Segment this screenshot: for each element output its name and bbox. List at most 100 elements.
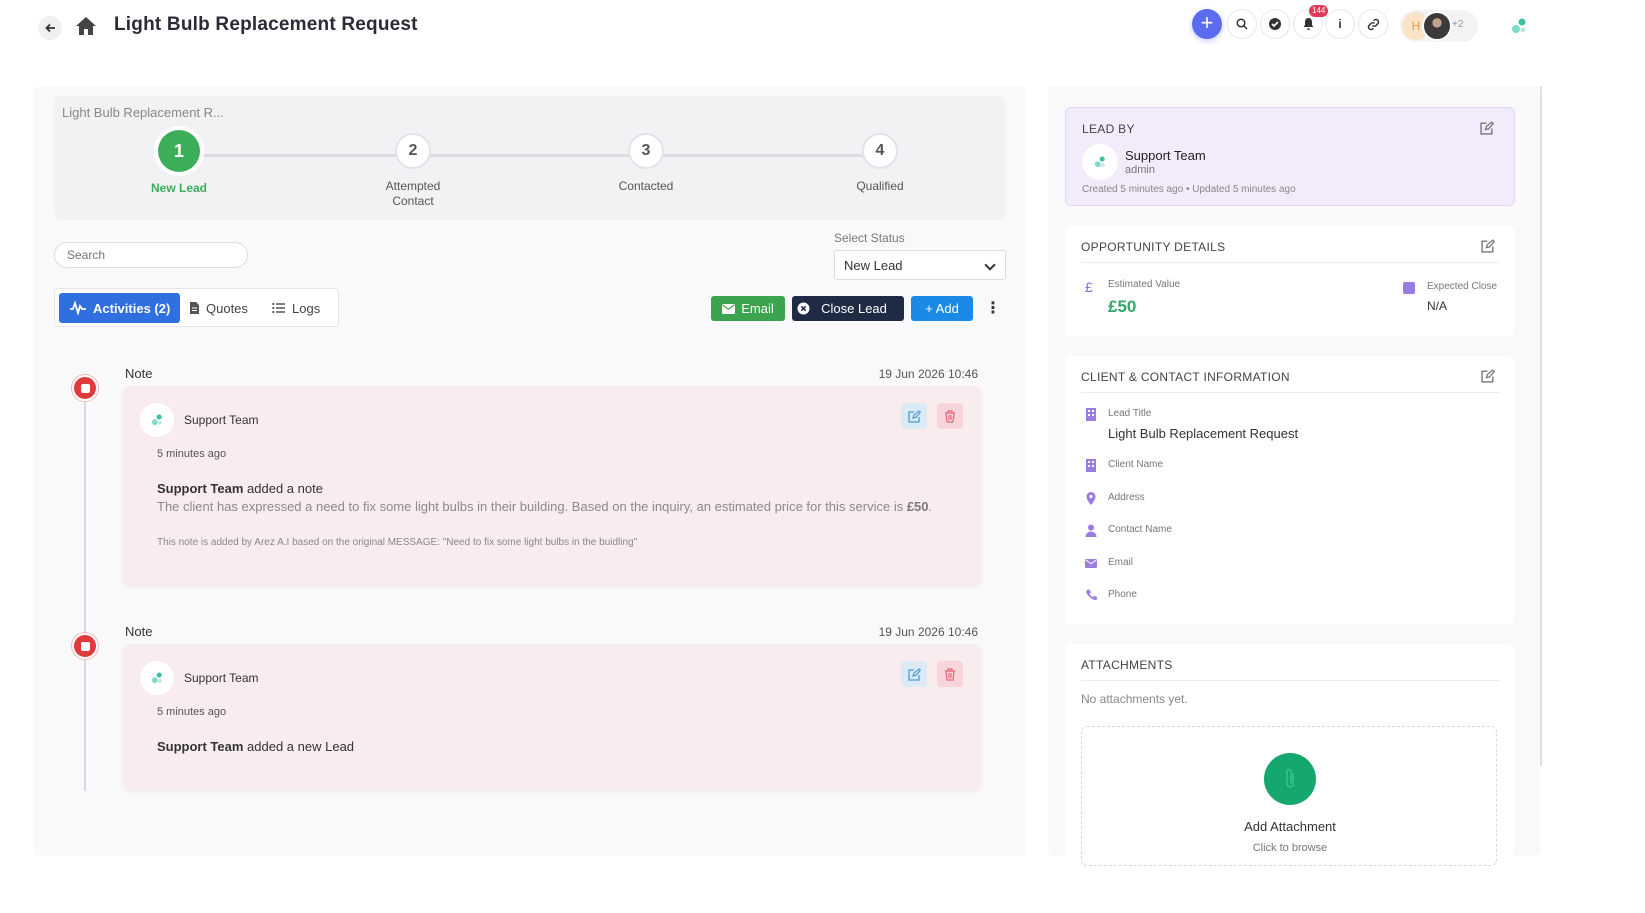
search-button[interactable]: [1227, 9, 1257, 39]
step-number: 4: [862, 133, 898, 169]
edit-icon[interactable]: [1481, 369, 1495, 383]
tab-logs[interactable]: Logs: [262, 293, 330, 323]
home-icon[interactable]: [75, 16, 97, 38]
expected-close-label: Expected Close: [1427, 281, 1498, 292]
card-title: CLIENT & CONTACT INFORMATION: [1081, 370, 1290, 384]
team-avatars[interactable]: H +2: [1400, 10, 1478, 42]
notifications-button[interactable]: 144: [1293, 5, 1329, 39]
building-icon: [1086, 408, 1096, 421]
note-headline-action: added a note: [243, 481, 323, 496]
phone-icon: [1086, 589, 1097, 601]
lead-timestamps: Created 5 minutes ago • Updated 5 minute…: [1082, 184, 1296, 195]
note-body-price: £50: [906, 499, 929, 514]
add-attachment-title: Add Attachment: [1244, 819, 1336, 834]
trash-icon: [945, 409, 955, 423]
plus-icon: +: [1200, 9, 1214, 35]
timeline-line: [84, 386, 86, 791]
brand-logo[interactable]: [1508, 15, 1530, 37]
attachment-dropzone[interactable]: Add Attachment Click to browse: [1081, 726, 1497, 866]
note-time: 5 minutes ago: [157, 448, 227, 460]
note-date: 19 Jun 2026 10:46: [878, 367, 978, 381]
note-headline: Support Team added a new Lead: [157, 739, 354, 754]
tab-quotes[interactable]: Quotes: [179, 293, 258, 323]
more-options-icon[interactable]: ⋮: [985, 297, 1001, 321]
arrow-left-icon: [44, 23, 55, 33]
lead-owner-role: admin: [1125, 164, 1155, 176]
search-input[interactable]: [54, 242, 248, 268]
email-button[interactable]: Email: [711, 296, 785, 321]
step-attempted-contact[interactable]: 2 Attempted Contact: [333, 133, 493, 209]
client-contact-card: CLIENT & CONTACT INFORMATION Lead Title …: [1065, 356, 1515, 624]
note-headline-author: Support Team: [157, 739, 244, 754]
link-button[interactable]: [1358, 9, 1388, 39]
step-label: Qualified: [856, 179, 904, 193]
card-title: ATTACHMENTS: [1081, 658, 1173, 672]
main-panel: Light Bulb Replacement R... 1 New Lead 2…: [34, 86, 1026, 856]
note-headline-author: Support Team: [157, 481, 244, 496]
create-button[interactable]: +: [1192, 9, 1222, 39]
lead-owner-avatar: [1082, 144, 1118, 180]
note-headline-action: added a new Lead: [243, 739, 355, 754]
note-date: 19 Jun 2026 10:46: [878, 625, 978, 639]
address-label: Address: [1108, 492, 1145, 503]
edit-icon[interactable]: [1481, 239, 1495, 253]
divider: [1081, 262, 1499, 263]
notification-count-badge: 144: [1309, 5, 1329, 17]
contact-name-label: Contact Name: [1108, 524, 1172, 535]
step-number: 3: [628, 133, 664, 169]
details-sidebar: LEAD BY Support Team admin Created 5 min…: [1048, 86, 1540, 866]
email-button-label: Email: [741, 301, 774, 316]
back-button[interactable]: [38, 16, 62, 40]
note-card: Support Team 5 minutes ago Support Team …: [123, 386, 981, 586]
lead-stage-stepper: Light Bulb Replacement R... 1 New Lead 2…: [54, 96, 1005, 220]
note-type: Note: [125, 366, 153, 381]
info-button[interactable]: i: [1325, 9, 1355, 39]
delete-note-button[interactable]: [937, 403, 963, 429]
edit-icon[interactable]: [1480, 121, 1494, 135]
estimated-value: £50: [1108, 297, 1137, 316]
note-card: Support Team 5 minutes ago Support Team …: [123, 644, 981, 790]
add-attachment-button[interactable]: [1264, 753, 1316, 805]
tasks-button[interactable]: [1260, 9, 1290, 39]
stepper-title: Light Bulb Replacement R...: [62, 105, 224, 120]
card-title: OPPORTUNITY DETAILS: [1081, 240, 1226, 254]
note-marker-icon: [72, 633, 98, 659]
step-qualified[interactable]: 4 Qualified: [800, 133, 960, 194]
step-number: 2: [395, 133, 431, 169]
close-lead-button-label: Close Lead: [821, 301, 887, 316]
scrollbar[interactable]: [1540, 86, 1542, 766]
note-marker-icon: [72, 375, 98, 401]
bell-icon: [1303, 18, 1313, 30]
edit-icon: [907, 667, 921, 681]
location-pin-icon: [1086, 492, 1096, 505]
tab-label: Quotes: [206, 300, 248, 316]
document-icon: [190, 302, 199, 314]
tab-activities[interactable]: Activities (2): [59, 293, 181, 323]
list-icon: [272, 302, 285, 314]
divider: [1081, 680, 1499, 681]
activity-icon: [70, 301, 86, 315]
lead-title-value: Light Bulb Replacement Request: [1108, 426, 1299, 441]
edit-note-button[interactable]: [901, 661, 927, 687]
close-lead-button[interactable]: Close Lead: [792, 296, 904, 321]
client-name-label: Client Name: [1108, 459, 1164, 470]
edit-note-button[interactable]: [901, 403, 927, 429]
note-author: Support Team: [184, 671, 259, 685]
author-avatar: [140, 403, 174, 437]
step-contacted[interactable]: 3 Contacted: [566, 133, 726, 194]
note-footnote: This note is added by Arez A.I based on …: [157, 537, 638, 548]
stepper-track: [179, 154, 880, 157]
edit-icon: [907, 409, 921, 423]
step-new-lead[interactable]: 1 New Lead: [99, 130, 259, 196]
phone-label: Phone: [1108, 589, 1137, 600]
step-number: 1: [158, 130, 200, 172]
add-button[interactable]: + Add: [911, 296, 973, 321]
delete-note-button[interactable]: [937, 661, 963, 687]
status-select[interactable]: New Lead: [834, 250, 1006, 280]
activity-tabs: Activities (2) Quotes Logs: [54, 288, 339, 327]
brand-logo-icon: [1094, 156, 1105, 168]
brand-logo-icon: [151, 672, 162, 684]
card-title: LEAD BY: [1082, 122, 1135, 136]
note-body: The client has expressed a need to fix s…: [157, 499, 933, 514]
trash-icon: [945, 667, 955, 681]
